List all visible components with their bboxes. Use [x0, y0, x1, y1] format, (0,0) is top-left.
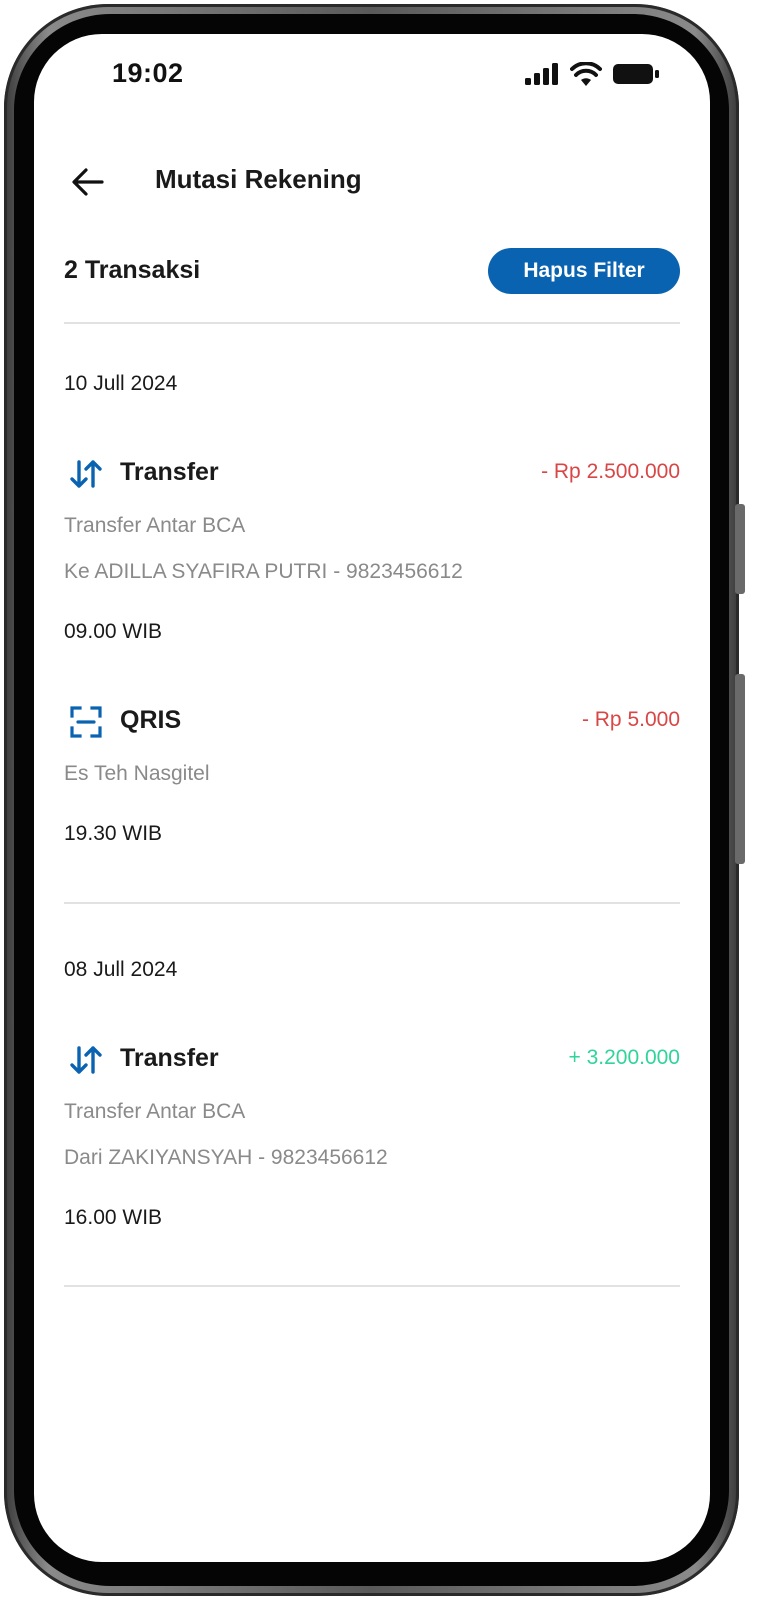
app-header: Mutasi Rekening: [34, 154, 710, 214]
phone-frame: 19:02 Mutasi Rekening 2 Transaksi Hapus …: [4, 4, 745, 1596]
transaction-time: 09.00 WIB: [64, 620, 163, 643]
wifi-icon: [570, 62, 602, 86]
status-icons: [524, 62, 660, 86]
back-button[interactable]: [68, 162, 108, 202]
transaction-item[interactable]: Transfer - Rp 2.500.000 Transfer Antar B…: [64, 454, 680, 654]
transaction-type: QRIS: [120, 706, 182, 734]
clear-filter-button[interactable]: Hapus Filter: [488, 248, 680, 294]
divider: [64, 322, 680, 324]
arrow-left-icon: [72, 168, 104, 196]
date-header: 08 Jull 2024: [64, 958, 178, 981]
date-header: 10 Jull 2024: [64, 372, 178, 395]
page-title: Mutasi Rekening: [155, 164, 362, 194]
transaction-type: Transfer: [120, 1044, 219, 1072]
transaction-time: 16.00 WIB: [64, 1206, 163, 1229]
transfer-arrows-icon: [70, 460, 102, 488]
transfer-arrows-icon: [70, 1046, 102, 1074]
volume-button: [735, 674, 745, 864]
signal-icon: [525, 63, 558, 85]
transaction-description: Transfer Antar BCA: [64, 1100, 246, 1123]
transaction-amount: - Rp 5.000: [581, 708, 680, 731]
app-screen: 19:02 Mutasi Rekening 2 Transaksi Hapus …: [34, 34, 710, 1562]
summary-row: 2 Transaksi Hapus Filter: [64, 248, 680, 296]
battery-icon: [613, 64, 659, 84]
transaction-type: Transfer: [120, 458, 219, 486]
transaction-amount: + 3.200.000: [568, 1046, 680, 1069]
transaction-counterparty: Dari ZAKIYANSYAH - 9823456612: [64, 1146, 388, 1169]
transaction-item[interactable]: QRIS - Rp 5.000 Es Teh Nasgitel 19.30 WI…: [64, 702, 680, 852]
transaction-amount: - Rp 2.500.000: [541, 460, 680, 483]
transaction-description: Es Teh Nasgitel: [64, 762, 210, 785]
transaction-counterparty: Ke ADILLA SYAFIRA PUTRI - 9823456612: [64, 560, 463, 583]
status-time: 19:02: [112, 58, 184, 88]
divider: [64, 1285, 680, 1287]
qris-scan-icon: [70, 706, 102, 738]
transaction-description: Transfer Antar BCA: [64, 514, 246, 537]
divider: [64, 902, 680, 904]
transaction-count: 2 Transaksi: [64, 256, 201, 284]
transaction-item[interactable]: Transfer + 3.200.000 Transfer Antar BCA …: [64, 1040, 680, 1240]
status-bar: 19:02: [34, 34, 710, 124]
transaction-time: 19.30 WIB: [64, 822, 163, 845]
power-button: [735, 504, 745, 594]
